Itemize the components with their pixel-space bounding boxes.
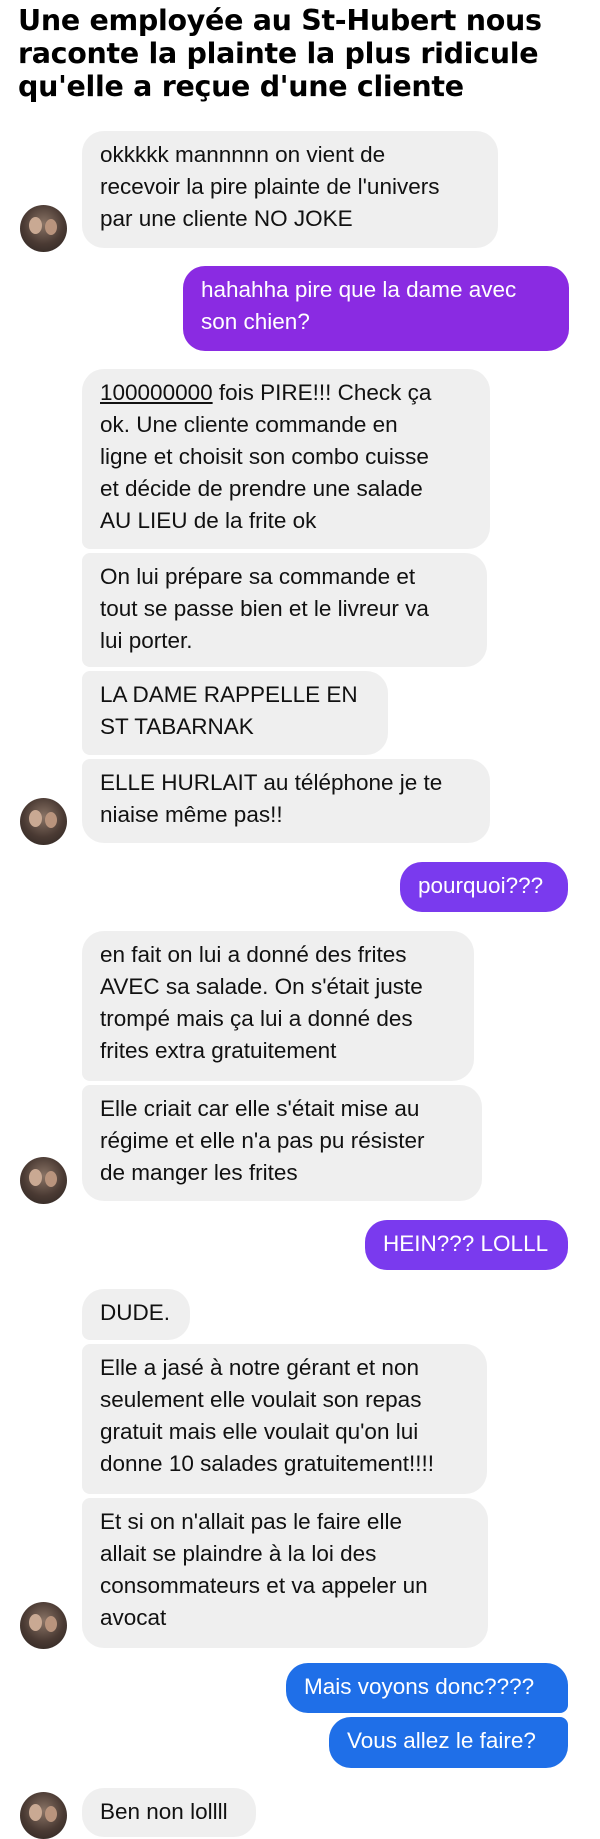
contact-avatar[interactable] [20, 798, 67, 845]
outgoing-message: Mais voyons donc???? [286, 1663, 568, 1713]
incoming-message: Elle criait car elle s'était mise au rég… [82, 1085, 482, 1201]
incoming-message: en fait on lui a donné des frites AVEC s… [82, 931, 474, 1081]
underlined-number: 100000000 [100, 380, 213, 405]
incoming-message: DUDE. [82, 1289, 190, 1340]
contact-avatar[interactable] [20, 205, 67, 252]
article-title: Une employée au St-Hubert nous raconte l… [18, 4, 542, 103]
incoming-message: 100000000 fois PIRE!!! Check ça ok. Une … [82, 369, 490, 549]
contact-avatar[interactable] [20, 1602, 67, 1649]
incoming-message: okkkkk mannnnn on vient de recevoir la p… [82, 131, 498, 248]
incoming-message: ELLE HURLAIT au téléphone je te niaise m… [82, 759, 490, 843]
incoming-message: LA DAME RAPPELLE EN ST TABARNAK [82, 671, 388, 755]
outgoing-message: pourquoi??? [400, 862, 568, 912]
incoming-message: Et si on n'allait pas le faire elle alla… [82, 1498, 488, 1648]
incoming-message: Ben non lollll [82, 1788, 256, 1837]
incoming-message: Elle a jasé à notre gérant et non seulem… [82, 1344, 487, 1494]
outgoing-message: Vous allez le faire? [329, 1717, 568, 1768]
contact-avatar[interactable] [20, 1157, 67, 1204]
incoming-message: On lui prépare sa commande et tout se pa… [82, 553, 487, 667]
outgoing-message: HEIN??? LOLLL [365, 1220, 568, 1270]
contact-avatar[interactable] [20, 1792, 67, 1839]
outgoing-message: hahahha pire que la dame avec son chien? [183, 266, 569, 351]
